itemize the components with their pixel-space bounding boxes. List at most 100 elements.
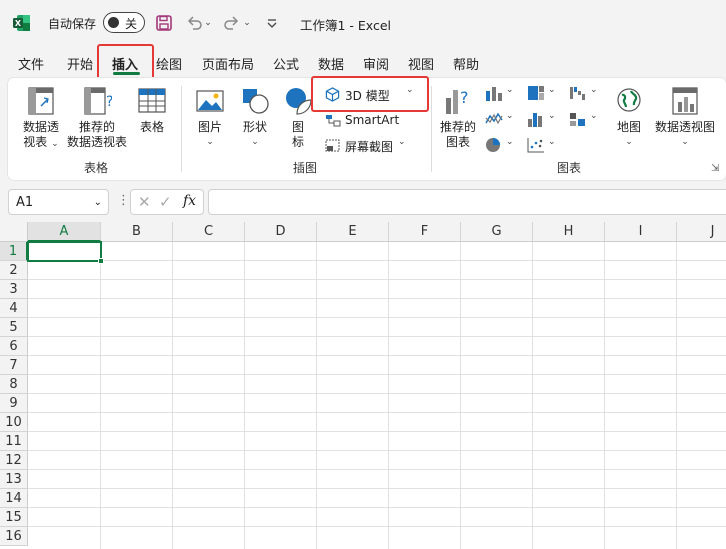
scatter-chart-button[interactable]: ⌄ [527, 137, 559, 155]
formula-input[interactable] [208, 189, 726, 215]
combo-chart-button[interactable]: ⌄ [569, 111, 601, 129]
row-header[interactable]: 1 [0, 242, 28, 261]
active-cell-a1[interactable] [27, 241, 104, 264]
pivot-chart-label: 数据透视图 [654, 120, 715, 134]
select-all-corner[interactable] [0, 222, 28, 242]
row-header[interactable]: 15 [0, 508, 28, 527]
line-chart-icon [485, 112, 503, 125]
gridline [28, 298, 726, 299]
tab-file[interactable]: 文件 [18, 54, 44, 73]
pictures-label: 图片 [197, 120, 222, 134]
row-header[interactable]: 5 [0, 318, 28, 337]
row-header[interactable]: 13 [0, 470, 28, 489]
redo-dropdown-icon[interactable]: ⌄ [241, 13, 253, 33]
gridline [28, 488, 726, 489]
chevron-down-icon: ⌄ [548, 85, 556, 95]
chevron-down-icon: ⌄ [206, 137, 214, 147]
column-header[interactable]: E [317, 222, 389, 242]
smartart-button[interactable]: SmartArt [325, 112, 405, 130]
redo-icon[interactable] [222, 13, 242, 33]
row-header[interactable]: 4 [0, 299, 28, 318]
row-header[interactable]: 12 [0, 451, 28, 470]
pivot-table-button[interactable]: 数据透 视表 ⌄ [16, 86, 66, 152]
recommended-charts-button[interactable]: ? 推荐的 图表 [438, 86, 478, 150]
waterfall-chart-button[interactable]: ⌄ [569, 85, 601, 103]
column-header[interactable]: F [389, 222, 461, 242]
dialog-launcher-icon[interactable]: ⇲ [711, 163, 719, 174]
screenshot-label: 屏幕截图 [345, 140, 394, 154]
row-header[interactable]: 3 [0, 280, 28, 299]
map-label: 地图 [616, 120, 641, 134]
icons-button[interactable]: 图 标 [282, 86, 314, 150]
chevron-down-icon: ⌄ [548, 137, 556, 147]
pivot-table-label-1: 数据透 [22, 120, 59, 134]
row-header[interactable]: 16 [0, 527, 28, 546]
save-icon[interactable] [154, 13, 174, 33]
screenshot-button[interactable]: 屏幕截图 ⌄ [325, 137, 415, 155]
hierarchy-chart-button[interactable]: ⌄ [527, 85, 559, 103]
column-header[interactable]: B [101, 222, 173, 242]
scatter-chart-icon [527, 138, 544, 153]
column-chart-button[interactable]: ⌄ [485, 85, 517, 103]
pivot-chart-button[interactable]: 数据透视图 ⌄ [652, 86, 718, 150]
row-header[interactable]: 8 [0, 375, 28, 394]
gridline [28, 279, 726, 280]
pie-chart-icon [486, 138, 500, 152]
map-chart-button[interactable]: 地图 ⌄ [612, 86, 646, 150]
worksheet-grid[interactable]: A B C D E F G H I J 1 2 3 4 5 6 7 8 9 10… [0, 222, 726, 549]
gridline [28, 469, 726, 470]
row-header[interactable]: 7 [0, 356, 28, 375]
group-divider [181, 86, 182, 172]
tab-draw[interactable]: 绘图 [156, 54, 182, 73]
icons-label-2: 标 [291, 135, 304, 149]
screenshot-icon [325, 139, 340, 152]
tab-page-layout[interactable]: 页面布局 [202, 54, 254, 73]
more-options-icon[interactable]: ⋮ [117, 193, 130, 208]
enter-icon[interactable]: ✓ [159, 193, 172, 211]
pivot-table-icon [28, 87, 54, 115]
line-chart-button[interactable]: ⌄ [485, 111, 517, 129]
shapes-button[interactable]: 形状 ⌄ [237, 86, 273, 150]
pie-chart-button[interactable]: ⌄ [485, 137, 517, 155]
tab-formulas[interactable]: 公式 [273, 54, 299, 73]
chevron-down-icon: ⌄ [51, 139, 59, 149]
column-header[interactable]: C [173, 222, 245, 242]
customize-toolbar-icon[interactable] [262, 13, 282, 33]
column-header[interactable]: H [533, 222, 605, 242]
chevron-down-icon[interactable]: ⌄ [94, 197, 102, 208]
cancel-icon[interactable]: ✕ [138, 193, 151, 211]
fill-handle[interactable] [98, 258, 104, 264]
gridline [28, 355, 726, 356]
excel-logo-icon: X [13, 15, 30, 31]
row-header[interactable]: 9 [0, 394, 28, 413]
insert-function-button[interactable]: fx [183, 193, 196, 209]
recommended-pivot-button[interactable]: ? 推荐的 数据透视表 [64, 86, 130, 150]
column-header[interactable]: I [605, 222, 677, 242]
tab-data[interactable]: 数据 [318, 54, 344, 73]
row-header[interactable]: 14 [0, 489, 28, 508]
row-header[interactable]: 6 [0, 337, 28, 356]
column-header[interactable]: A [28, 222, 101, 242]
table-button[interactable]: 表格 [134, 86, 170, 135]
undo-dropdown-icon[interactable]: ⌄ [202, 13, 214, 33]
name-box[interactable]: A1 ⌄ [8, 189, 109, 215]
tab-help[interactable]: 帮助 [453, 54, 479, 73]
row-header[interactable]: 2 [0, 261, 28, 280]
chevron-down-icon: ⌄ [590, 85, 598, 95]
gridline [460, 242, 461, 549]
statistic-chart-button[interactable]: ⌄ [527, 111, 559, 129]
hierarchy-chart-icon [528, 86, 544, 100]
column-header[interactable]: G [461, 222, 533, 242]
undo-icon[interactable] [184, 13, 204, 33]
gridline [28, 431, 726, 432]
autosave-toggle[interactable]: 关 [103, 12, 145, 33]
pictures-button[interactable]: 图片 ⌄ [192, 86, 228, 150]
row-header[interactable]: 11 [0, 432, 28, 451]
tab-home[interactable]: 开始 [67, 54, 93, 73]
tab-view[interactable]: 视图 [408, 54, 434, 73]
row-header[interactable]: 10 [0, 413, 28, 432]
gridline [604, 242, 605, 549]
column-header[interactable]: J [677, 222, 726, 242]
tab-review[interactable]: 审阅 [363, 54, 389, 73]
column-header[interactable]: D [245, 222, 317, 242]
